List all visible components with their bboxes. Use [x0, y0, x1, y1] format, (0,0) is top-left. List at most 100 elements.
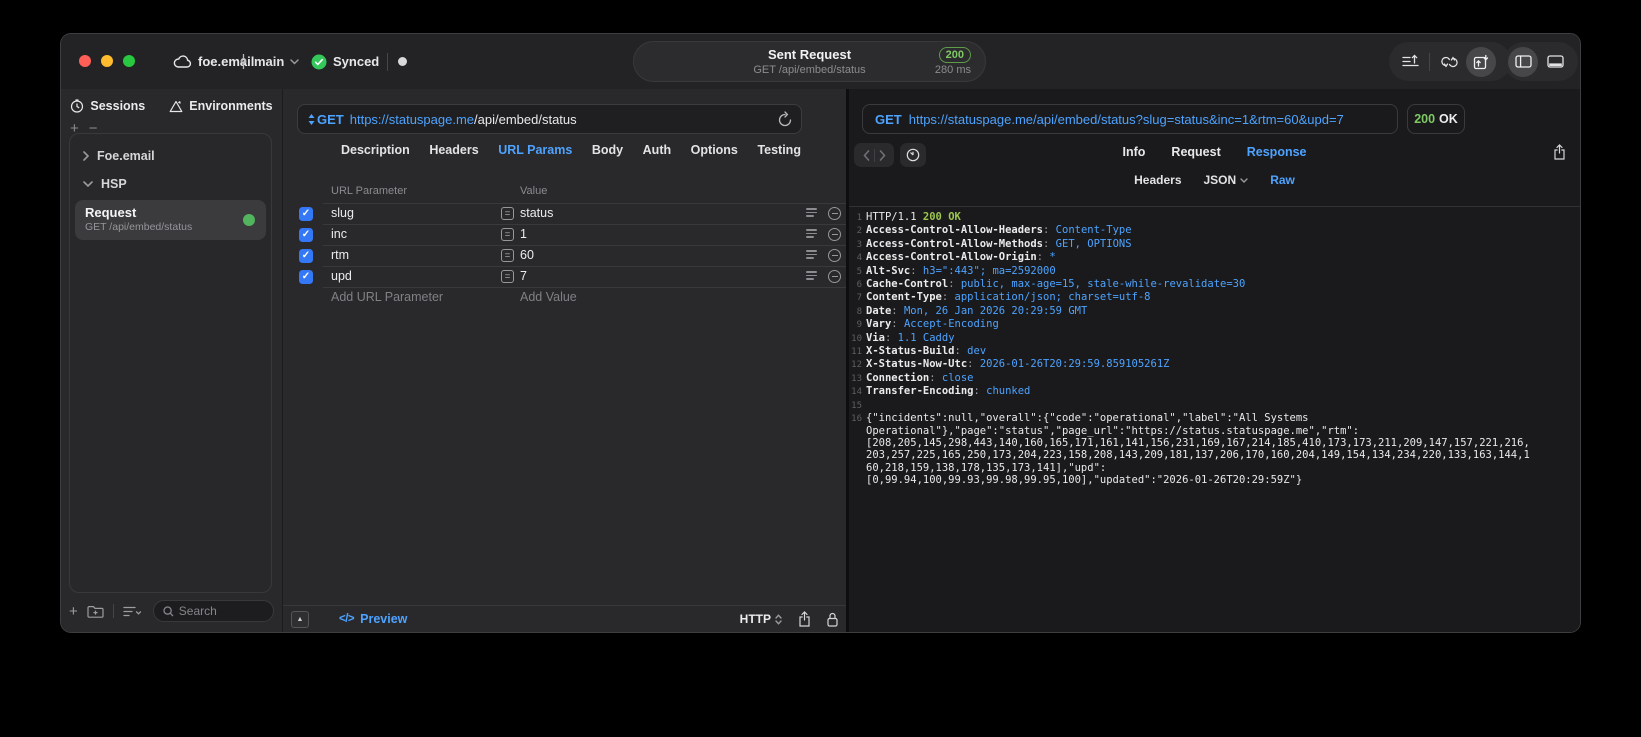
unsaved-indicator-dot [398, 57, 407, 66]
close-window-button[interactable] [79, 55, 91, 67]
request-tabs: Description Headers URL Params Body Auth Opti… [341, 143, 801, 157]
bottombar-divider [112, 604, 114, 618]
tab-environments-label: Environments [189, 99, 273, 113]
response-subtab-json[interactable]: JSON [1204, 173, 1249, 187]
code-icon: </> [339, 613, 355, 625]
request-tab-auth[interactable]: Auth [643, 143, 671, 157]
search-input[interactable]: Search [152, 600, 274, 622]
remove-row-icon[interactable] [828, 249, 841, 262]
add-param-row[interactable]: Add URL Parameter Add Value [323, 287, 846, 308]
sort-list-button[interactable] [1395, 47, 1425, 77]
request-tab-testing[interactable]: Testing [757, 143, 801, 157]
param-value[interactable]: 1 [520, 227, 527, 241]
toggle-bottom-panel-button[interactable] [1540, 47, 1570, 77]
add-value-placeholder: Add Value [520, 290, 577, 304]
method-selector[interactable]: GET [308, 112, 344, 127]
resend-request-icon[interactable] [778, 111, 792, 127]
remove-row-icon[interactable] [828, 207, 841, 220]
request-response-panes-button[interactable] [1466, 46, 1496, 77]
tab-sessions[interactable]: Sessions [70, 99, 145, 113]
request-tab-url-params[interactable]: URL Params [498, 143, 572, 157]
param-checkbox[interactable]: ✓ [299, 249, 313, 263]
param-value[interactable]: status [520, 206, 553, 220]
view-options-icon[interactable] [123, 606, 142, 617]
branch-selector[interactable]: main [239, 34, 300, 89]
sync-status[interactable]: Synced [311, 34, 379, 89]
cloud-icon [173, 55, 192, 68]
remove-row-icon[interactable] [828, 228, 841, 241]
url-params-table: URL Parameter Value ✓ slug = status ✓ inc = 1 ✓ r… [283, 185, 846, 308]
share-request-icon[interactable] [798, 611, 811, 627]
request-tab-description[interactable]: Description [341, 143, 410, 157]
row-options-icon[interactable] [806, 208, 817, 217]
line-number: 4 [856, 253, 862, 264]
param-row: ✓ inc = 1 [299, 224, 846, 245]
request-url-bar[interactable]: GET https://statuspage.me/api/embed/stat… [297, 104, 802, 134]
app-window: foe.email main Synced Sent Request GET /… [60, 33, 1581, 633]
param-checkbox[interactable]: ✓ [299, 207, 313, 221]
url-path: /api/embed/status [474, 111, 577, 127]
preview-label: Preview [360, 612, 408, 626]
new-folder-icon[interactable] [87, 605, 104, 618]
toolbar-divider [1429, 52, 1430, 71]
column-header-param: URL Parameter [331, 185, 408, 197]
tab-environments[interactable]: Environments [169, 99, 273, 113]
response-status-box: 200 OK [1407, 104, 1465, 134]
new-request-button[interactable]: + [69, 603, 78, 620]
response-subtab-raw[interactable]: Raw [1270, 173, 1295, 187]
duration-label: 280 ms [934, 64, 971, 76]
param-name[interactable]: rtm [331, 248, 349, 262]
tree-group-hsp[interactable]: HSP [70, 170, 271, 198]
response-tab-info[interactable]: Info [1123, 145, 1146, 159]
equals-type-icon[interactable]: = [501, 270, 514, 283]
toggle-sidebar-button[interactable] [1508, 46, 1538, 77]
sessions-clock-icon [70, 99, 84, 113]
request-tab-body[interactable]: Body [592, 143, 623, 157]
preview-button[interactable]: </> Preview [339, 612, 407, 626]
response-raw-view[interactable]: 1 HTTP/1.1 200 OK 2 Access-Control-Allow-He… [849, 207, 1580, 632]
row-options-icon[interactable] [806, 250, 817, 259]
line-content: HTTP/1.1 200 OK [866, 211, 961, 223]
code-line: 15 [849, 399, 1580, 412]
minimize-window-button[interactable] [101, 55, 113, 67]
row-options-icon[interactable] [806, 229, 817, 238]
protocol-selector[interactable]: HTTP [740, 612, 782, 626]
response-subtab-headers[interactable]: Headers [1134, 173, 1181, 187]
line-number: 11 [851, 347, 862, 358]
request-tab-headers[interactable]: Headers [429, 143, 478, 157]
line-content: Date: Mon, 26 Jan 2026 20:29:59 GMT [866, 304, 1088, 317]
param-value[interactable]: 7 [520, 269, 527, 283]
param-name[interactable]: inc [331, 227, 347, 241]
collapse-panel-button[interactable]: ▲ [291, 610, 309, 628]
tree-group-foe-email[interactable]: Foe.email [70, 142, 271, 170]
param-name[interactable]: upd [331, 269, 352, 283]
tree-request-item-selected[interactable]: Request GET /api/embed/status [75, 200, 266, 240]
line-number: 5 [856, 266, 862, 277]
equals-type-icon[interactable]: = [501, 249, 514, 262]
sent-request-capsule[interactable]: Sent Request GET /api/embed/status 200 2… [633, 41, 986, 82]
branch-name: main [254, 54, 285, 69]
line-content: {"incidents":null,"overall":{"code":"ope… [866, 412, 1530, 487]
remove-row-icon[interactable] [828, 270, 841, 283]
export-response-icon[interactable] [1553, 144, 1566, 160]
line-number: 10 [851, 333, 862, 344]
line-content: Cache-Control: public, max-age=15, stale… [866, 278, 1246, 291]
param-checkbox[interactable]: ✓ [299, 228, 313, 242]
param-checkbox[interactable]: ✓ [299, 270, 313, 284]
param-value[interactable]: 60 [520, 248, 534, 262]
param-name[interactable]: slug [331, 206, 354, 220]
line-number: 14 [851, 387, 862, 398]
response-tab-request[interactable]: Request [1171, 145, 1220, 159]
response-tab-response[interactable]: Response [1247, 145, 1307, 159]
equals-type-icon[interactable]: = [501, 228, 514, 241]
request-tab-options[interactable]: Options [691, 143, 738, 157]
equals-type-icon[interactable]: = [501, 207, 514, 220]
code-line: 11 X-Status-Build: dev [849, 345, 1580, 358]
row-options-icon[interactable] [806, 271, 817, 280]
sync-check-icon [311, 54, 327, 70]
lock-icon[interactable] [827, 612, 838, 627]
sync-requests-button[interactable] [1434, 47, 1464, 77]
zoom-window-button[interactable] [123, 55, 135, 67]
line-number: 7 [856, 293, 862, 304]
response-url-box[interactable]: GET https://statuspage.me/api/embed/stat… [862, 104, 1398, 134]
